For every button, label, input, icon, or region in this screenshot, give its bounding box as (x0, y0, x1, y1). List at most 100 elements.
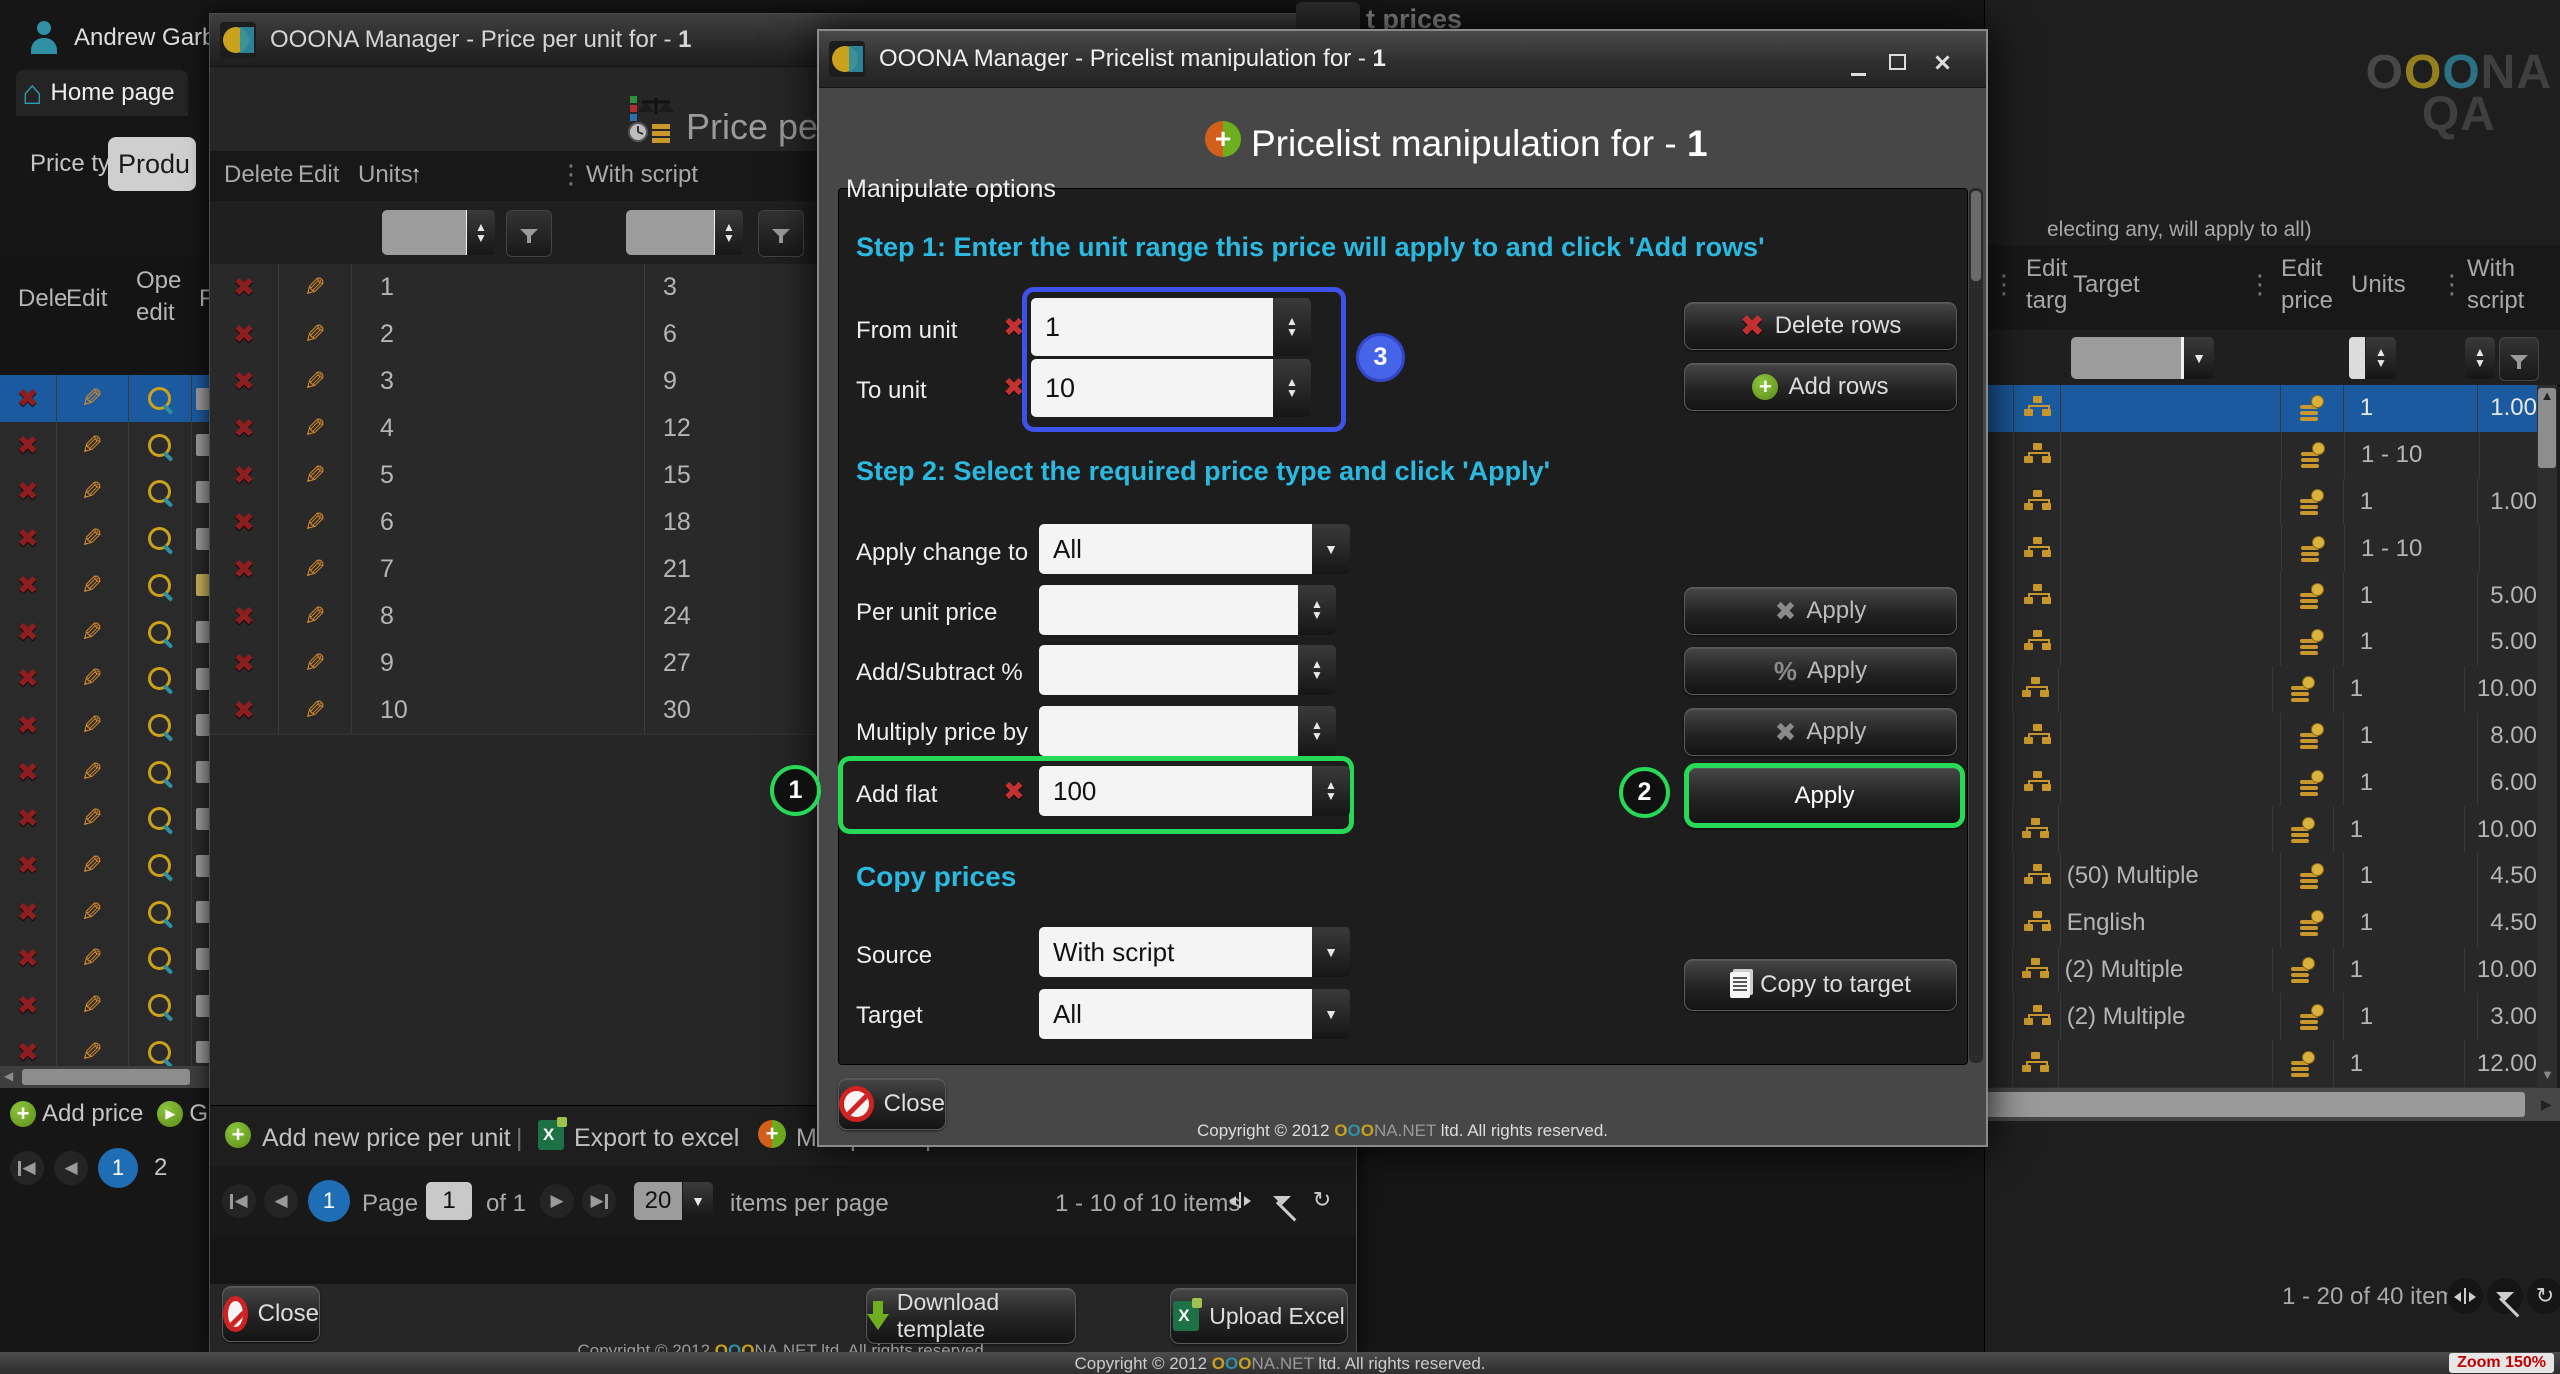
edit-price-button[interactable] (2281, 853, 2344, 900)
scroll-left-icon[interactable]: ◀ (4, 1069, 13, 1083)
col-delete[interactable]: Dele (18, 285, 67, 313)
open-edit-button[interactable] (129, 935, 192, 982)
file-cell[interactable] (192, 749, 210, 796)
table-row[interactable]: ✖✎ (0, 935, 210, 983)
col-edit-price-1[interactable]: Edit (2281, 255, 2322, 283)
last-page-button[interactable]: ▶ (582, 1184, 616, 1218)
table-row[interactable]: ✖✎ (0, 842, 210, 890)
edit-button[interactable]: ✎ (57, 375, 129, 422)
script-filter-spinner[interactable]: ▲▼ (715, 210, 743, 255)
col-edit-target-2[interactable]: targ (2026, 287, 2067, 315)
edit-button[interactable]: ✎ (279, 546, 352, 593)
apply-per-unit-price-button[interactable]: ✖ Apply (1684, 587, 1957, 635)
edit-price-button[interactable] (2281, 759, 2344, 806)
dots-icon[interactable]: ⋮ (2247, 269, 2273, 300)
page-2-button[interactable]: 2 (148, 1154, 167, 1182)
dots-icon[interactable]: ⋮ (1991, 269, 2017, 300)
edit-price-button[interactable] (2281, 900, 2344, 947)
close-button[interactable]: Close (222, 1286, 320, 1342)
delete-button[interactable]: ✖ (0, 515, 57, 562)
target-hscrollbar[interactable]: ▶ (1985, 1088, 2560, 1121)
next-page-button[interactable]: ▶ (540, 1184, 574, 1218)
open-edit-button[interactable] (129, 562, 192, 609)
file-cell[interactable] (192, 655, 210, 702)
edit-price-button[interactable] (2273, 1040, 2334, 1087)
dots-icon[interactable]: ⋮ (558, 159, 584, 190)
table-row[interactable]: (2) Multiple110.00 (1985, 947, 2537, 995)
page-1-button[interactable]: 1 (98, 1148, 138, 1188)
close-window-button[interactable] (1934, 49, 1950, 77)
edit-price-button[interactable] (2281, 993, 2344, 1040)
prev-page-button[interactable]: ◀ (54, 1151, 88, 1185)
file-cell[interactable] (192, 562, 210, 609)
download-template-button[interactable]: Download template (866, 1288, 1076, 1344)
edit-target-button[interactable] (2014, 713, 2061, 760)
per-unit-price-spinner[interactable]: ▲▼ (1298, 585, 1336, 635)
delete-button[interactable]: ✖ (0, 982, 57, 1029)
add-flat-spinner[interactable]: ▲▼ (1312, 766, 1350, 816)
edit-button[interactable]: ✎ (279, 264, 352, 311)
edit-price-button[interactable] (2281, 572, 2344, 619)
delete-button[interactable]: ✖ (0, 562, 57, 609)
home-page-tab[interactable]: ⌂ Home page (16, 70, 188, 116)
edit-target-button[interactable] (2014, 572, 2061, 619)
edit-button[interactable]: ✎ (57, 842, 129, 889)
edit-button[interactable]: ✎ (279, 405, 352, 452)
edit-price-button[interactable] (2281, 385, 2344, 432)
delete-button[interactable]: ✖ (210, 452, 279, 499)
table-row[interactable]: 11.00 (1985, 479, 2537, 527)
edit-button[interactable]: ✎ (57, 562, 129, 609)
col-edit-target-1[interactable]: Edit (2026, 255, 2067, 283)
apply-change-to-select[interactable]: All ▼ (1039, 524, 1350, 574)
edit-target-button[interactable] (2013, 947, 2059, 994)
col-edit[interactable]: Edit (66, 285, 107, 313)
script-filter-funnel-button[interactable] (758, 210, 804, 257)
per-unit-price-input[interactable] (1039, 585, 1298, 635)
open-edit-button[interactable] (129, 468, 192, 515)
edit-button[interactable]: ✎ (279, 687, 352, 734)
file-cell[interactable] (192, 982, 210, 1029)
edit-button[interactable]: ✎ (57, 422, 129, 469)
add-price-button[interactable]: Add price (42, 1100, 143, 1128)
col-open-edit-2[interactable]: edit (136, 299, 175, 327)
delete-button[interactable]: ✖ (210, 640, 279, 687)
from-unit-stepper[interactable]: 1 ▲▼ (1031, 298, 1311, 356)
apply-change-to-dropdown[interactable]: ▼ (1312, 524, 1350, 574)
delete-button[interactable]: ✖ (0, 375, 57, 422)
col-units[interactable]: Units (2351, 271, 2406, 299)
first-page-button[interactable]: ◀ (10, 1151, 44, 1185)
edit-target-button[interactable] (2014, 525, 2061, 572)
edit-button[interactable]: ✎ (57, 468, 129, 515)
hidden-window-tab[interactable] (1296, 2, 1360, 32)
edit-price-button[interactable] (2273, 666, 2334, 713)
units-filter-funnel-button[interactable] (506, 210, 552, 257)
edit-target-button[interactable] (2014, 619, 2061, 666)
table-row[interactable]: (2) Multiple13.00 (1985, 993, 2537, 1041)
edit-button[interactable]: ✎ (57, 749, 129, 796)
table-row[interactable]: ✖✎ (0, 422, 210, 470)
open-edit-button[interactable] (129, 655, 192, 702)
edit-button[interactable]: ✎ (279, 640, 352, 687)
edit-target-button[interactable] (2013, 1040, 2059, 1087)
source-dropdown[interactable]: ▼ (1312, 927, 1350, 977)
table-row[interactable]: ✖✎ (0, 655, 210, 703)
modal-titlebar[interactable]: OOONA Manager - Pricelist manipulation f… (819, 31, 1986, 88)
page-size-input[interactable]: 20 (634, 1182, 682, 1220)
delete-button[interactable]: ✖ (0, 889, 57, 936)
edit-target-button[interactable] (2014, 432, 2061, 479)
delete-button[interactable]: ✖ (0, 702, 57, 749)
open-edit-button[interactable] (129, 982, 192, 1029)
to-unit-stepper[interactable]: 10 ▲▼ (1031, 359, 1311, 417)
add-new-price-button[interactable]: Add new price per unit (262, 1124, 511, 1153)
target-vscrollbar[interactable]: ▲ ▼ (2537, 385, 2557, 1088)
to-unit-spinner[interactable]: ▲▼ (1273, 359, 1311, 417)
apply-multiply-button[interactable]: ✖ Apply (1684, 708, 1957, 756)
col-units[interactable]: Units (358, 161, 413, 189)
file-cell[interactable] (192, 702, 210, 749)
table-row[interactable]: 18.00 (1985, 713, 2537, 761)
file-cell[interactable] (192, 889, 210, 936)
edit-price-button[interactable] (2281, 713, 2344, 760)
delete-button[interactable]: ✖ (210, 687, 279, 734)
target-dropdown[interactable]: ▼ (1312, 989, 1350, 1039)
column-resize-button[interactable] (2447, 1278, 2483, 1314)
